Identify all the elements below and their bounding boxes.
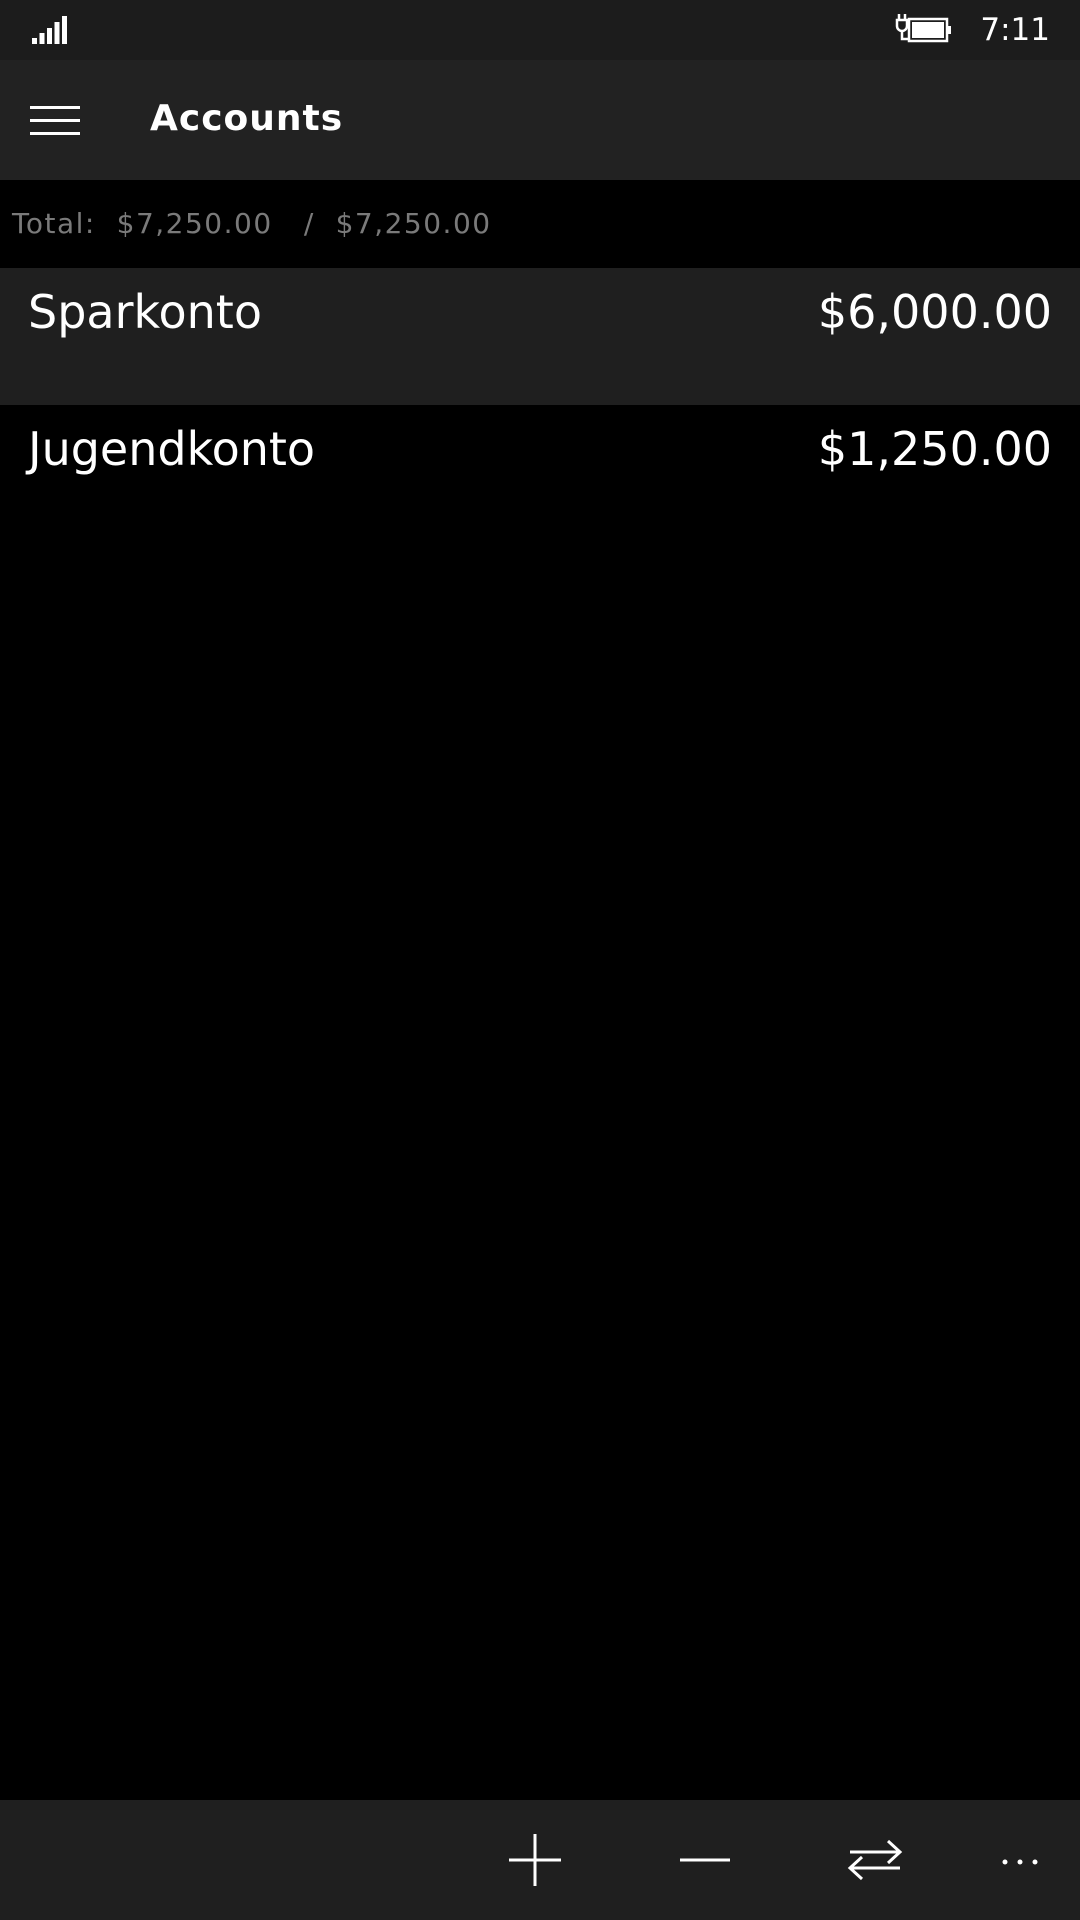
accounts-screen: 7:11 Accounts Total: $7,250.00 / $7,250.… bbox=[0, 0, 1080, 1920]
battery-charging-icon bbox=[895, 14, 951, 43]
status-time: 7:11 bbox=[980, 12, 1050, 48]
status-bar: 7:11 bbox=[0, 0, 1080, 60]
account-name: Jugendkonto bbox=[28, 422, 316, 476]
account-row-sparkonto[interactable]: Sparkonto $6,000.00 bbox=[0, 268, 1080, 405]
subtract-icon[interactable] bbox=[670, 1830, 740, 1890]
total-summary: Total: $7,250.00 / $7,250.00 bbox=[0, 180, 1080, 268]
signal-bars-icon bbox=[32, 16, 67, 44]
add-icon[interactable] bbox=[500, 1830, 570, 1890]
total-label: Total: $7,250.00 / $7,250.00 bbox=[12, 207, 492, 240]
account-balance: $1,250.00 bbox=[817, 422, 1052, 476]
account-row-jugendkonto[interactable]: Jugendkonto $1,250.00 bbox=[0, 405, 1080, 542]
hamburger-menu-icon[interactable] bbox=[30, 102, 84, 138]
bottom-app-bar bbox=[0, 1800, 1080, 1920]
account-balance: $6,000.00 bbox=[817, 285, 1052, 339]
app-header: Accounts bbox=[0, 60, 1080, 180]
transfer-icon[interactable] bbox=[840, 1830, 910, 1890]
page-title: Accounts bbox=[150, 98, 344, 139]
account-name: Sparkonto bbox=[28, 285, 262, 339]
more-icon[interactable] bbox=[985, 1830, 1055, 1890]
